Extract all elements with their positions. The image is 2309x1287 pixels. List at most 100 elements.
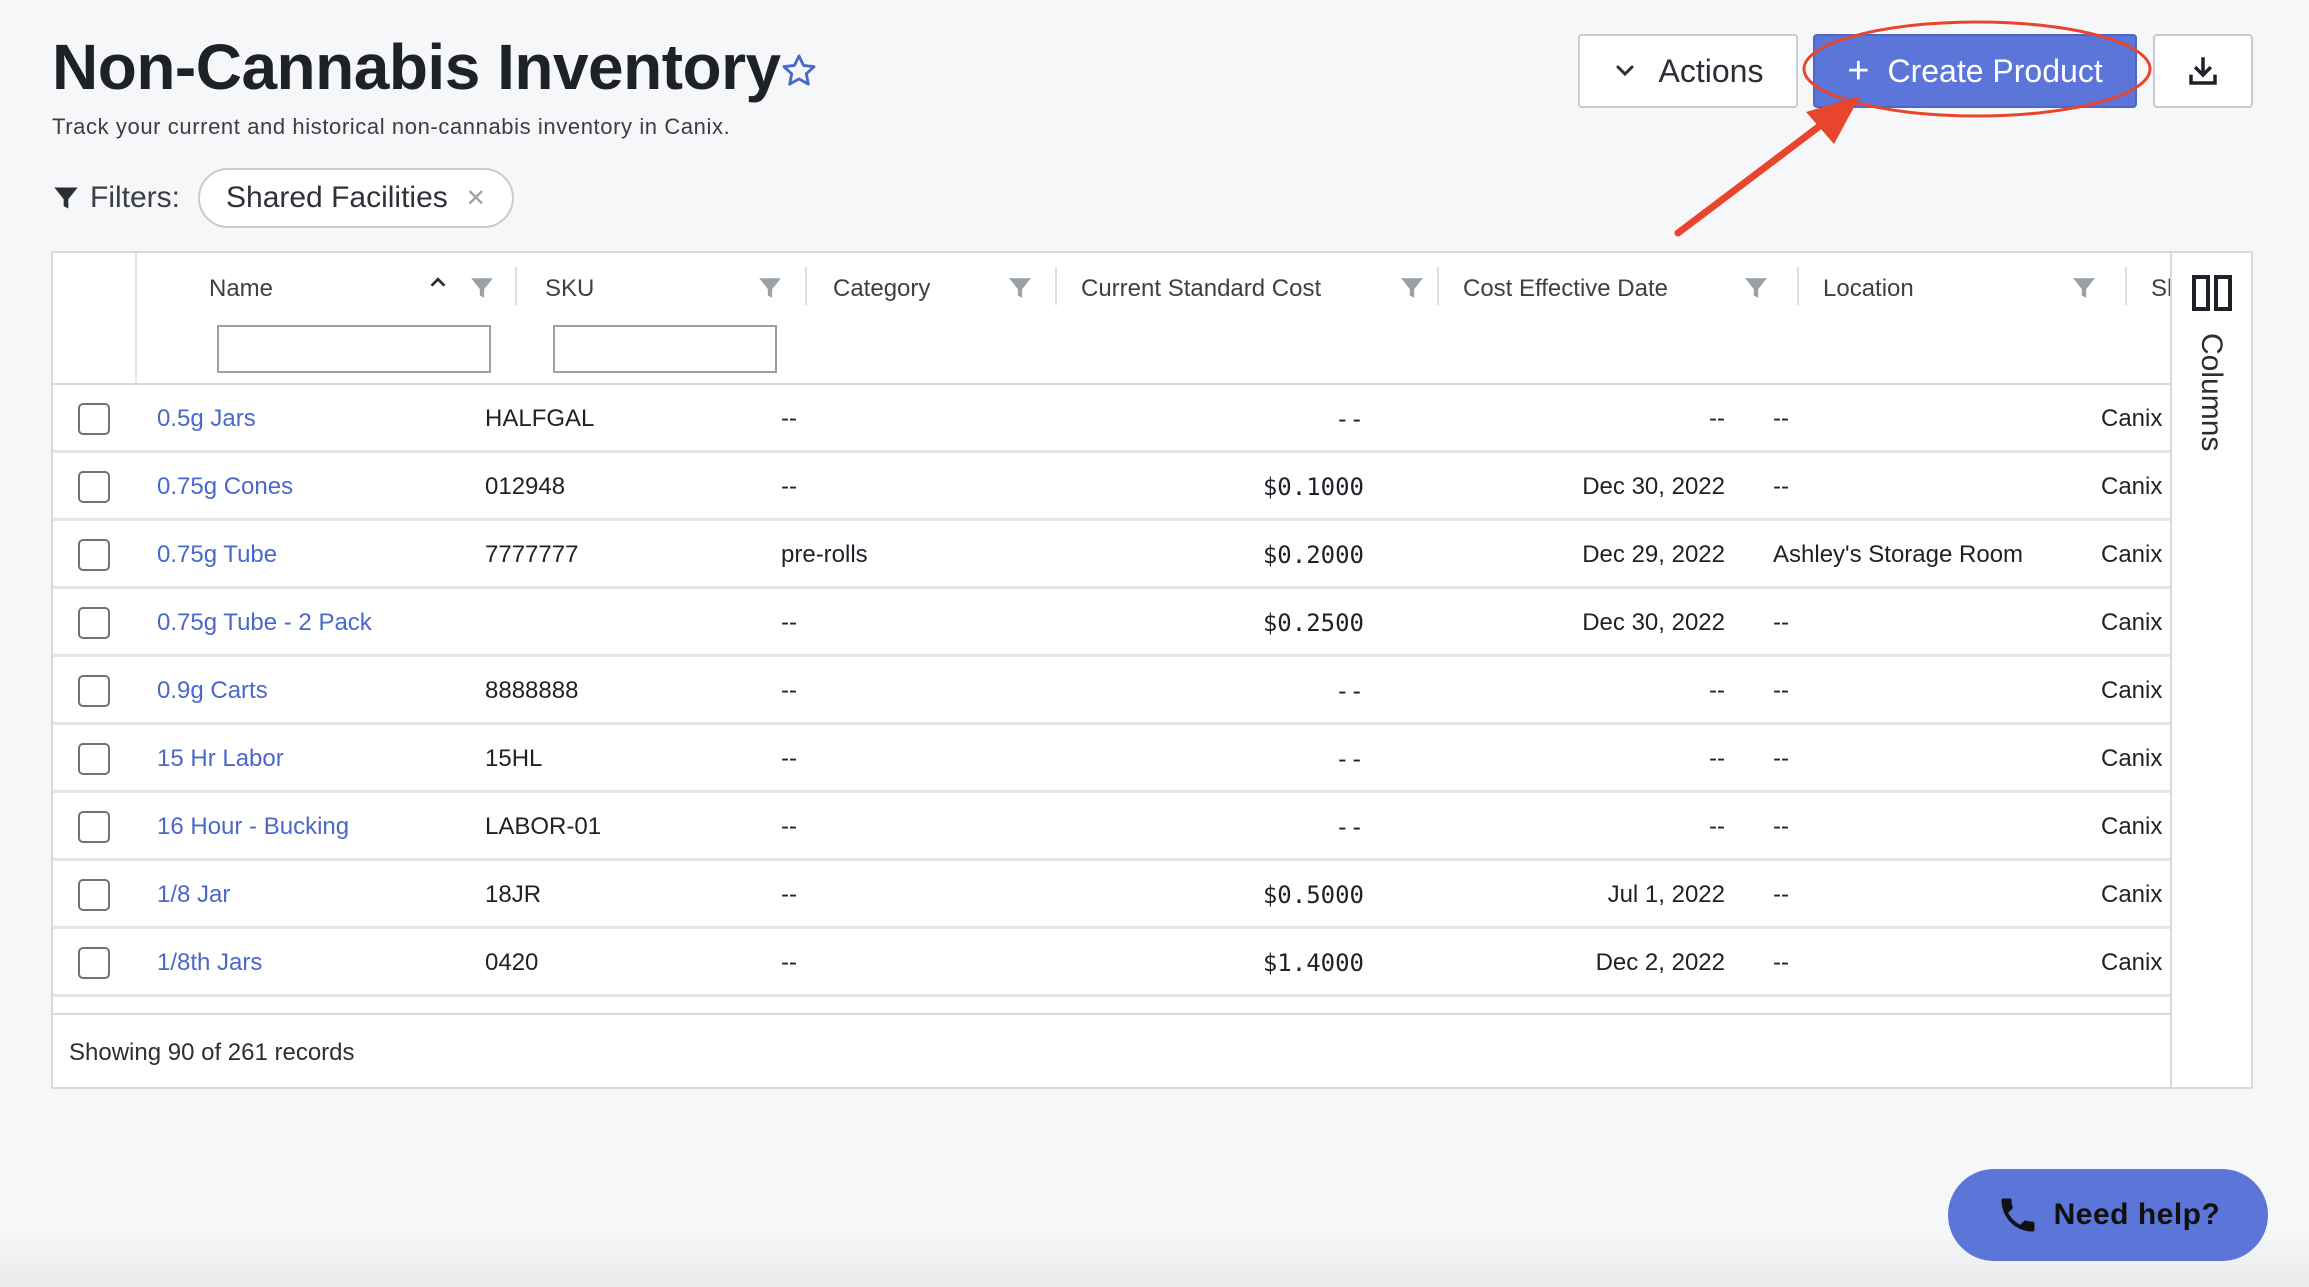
column-filter-icon[interactable] bbox=[1743, 275, 1769, 301]
cell-name[interactable]: 0.5g Jars bbox=[157, 385, 256, 453]
need-help-button[interactable]: Need help? bbox=[1948, 1169, 2268, 1261]
close-icon[interactable]: ✕ bbox=[466, 184, 486, 213]
table-row[interactable]: 0.75g Tube - 2 Pack -- $0.2500 Dec 30, 2022… bbox=[53, 589, 2170, 657]
filters-label: Filters: bbox=[90, 181, 180, 214]
annotation-arrow-line bbox=[1674, 118, 1829, 237]
grid-header: Name SKU Category Current Standard Cost … bbox=[53, 253, 2170, 385]
table-row[interactable]: 0.75g Cones 012948 -- $0.1000 Dec 30, 2022 --… bbox=[53, 453, 2170, 521]
row-checkbox[interactable] bbox=[78, 675, 110, 707]
cell-location: Ashley's Storage Room bbox=[1773, 541, 2024, 568]
cell-name[interactable]: 1/8 Jar bbox=[157, 861, 230, 929]
page-title: Non-Cannabis Inventory bbox=[52, 31, 781, 103]
row-checkbox[interactable] bbox=[78, 539, 110, 571]
table-row[interactable]: 0.9g Carts 8888888 -- -- -- -- Canix C bbox=[53, 657, 2170, 725]
cell-location: -- bbox=[1773, 949, 1789, 976]
cell-date: Jul 1, 2022 bbox=[1607, 881, 1725, 908]
cell-shared: Canix C bbox=[2101, 405, 2170, 432]
grid-body: 0.5g JarsHALFGAL--------Canix C0.75g Con… bbox=[53, 385, 2170, 1013]
cell-name[interactable]: 15 Hr Labor bbox=[157, 725, 284, 793]
page-subtitle: Track your current and historical non-ca… bbox=[52, 114, 731, 139]
cell-cost: -- bbox=[1335, 677, 1364, 705]
column-header-category[interactable]: Category bbox=[807, 253, 1057, 383]
cell-date: -- bbox=[1709, 813, 1725, 840]
sort-up-icon[interactable] bbox=[427, 271, 449, 293]
row-checkbox[interactable] bbox=[78, 471, 110, 503]
cell-location: -- bbox=[1773, 813, 1789, 840]
row-checkbox[interactable] bbox=[78, 743, 110, 775]
row-checkbox[interactable] bbox=[78, 811, 110, 843]
cell-sku: 0420 bbox=[485, 949, 539, 976]
column-header-label: Shared bbox=[2151, 275, 2170, 302]
cell-sku: 012948 bbox=[485, 473, 566, 500]
name-filter-input[interactable] bbox=[217, 325, 491, 373]
table-row[interactable]: 1/8 Jar 18JR -- $0.5000 Jul 1, 2022 -- Canix C bbox=[53, 861, 2170, 929]
cell-date: Dec 30, 2022 bbox=[1582, 473, 1725, 500]
cell-date: Dec 2, 2022 bbox=[1595, 949, 1725, 976]
row-checkbox[interactable] bbox=[78, 879, 110, 911]
table-row[interactable]: 16 Hour - Bucking LABOR-01 -- -- -- -- Canix C bbox=[53, 793, 2170, 861]
table-row[interactable]: 0.5g Jars HALFGAL -- -- -- -- Canix C bbox=[53, 385, 2170, 453]
column-header-shared[interactable]: Shared bbox=[2127, 253, 2170, 383]
column-header-sku[interactable]: SKU bbox=[517, 253, 807, 383]
table-row[interactable]: 0.75g Tube 7777777 pre-rolls $0.2000 Dec 29,… bbox=[53, 521, 2170, 589]
phone-icon bbox=[2001, 1198, 2035, 1232]
cell-name[interactable]: 1/8th Jars bbox=[157, 929, 262, 997]
star-icon[interactable] bbox=[780, 52, 818, 90]
cell-sku: 8888888 bbox=[485, 677, 579, 704]
column-filter-icon[interactable] bbox=[2071, 275, 2097, 301]
download-icon bbox=[2189, 57, 2217, 85]
create-product-button[interactable]: + Create Product bbox=[1813, 34, 2137, 108]
column-header-current-standard-cost[interactable]: Current Standard Cost bbox=[1057, 253, 1439, 383]
cell-shared: Canix C bbox=[2101, 609, 2170, 636]
cell-cost: -- bbox=[1335, 813, 1364, 841]
column-filter-icon[interactable] bbox=[469, 275, 495, 301]
inventory-grid: Name SKU Category Current Standard Cost … bbox=[51, 251, 2253, 1089]
cell-shared: Canix C bbox=[2101, 745, 2170, 772]
create-product-label: Create Product bbox=[1887, 52, 2103, 89]
need-help-label: Need help? bbox=[2053, 1198, 2221, 1231]
cell-category: -- bbox=[781, 881, 797, 908]
column-filter-icon[interactable] bbox=[757, 275, 783, 301]
cell-cost: $0.2500 bbox=[1262, 609, 1364, 637]
cell-name[interactable]: 0.9g Carts bbox=[157, 657, 268, 725]
chevron-down-icon bbox=[1616, 65, 1634, 77]
columns-icon bbox=[2192, 275, 2232, 311]
download-button[interactable] bbox=[2153, 34, 2253, 108]
columns-panel-toggle[interactable]: Columns bbox=[2170, 253, 2251, 1087]
row-checkbox[interactable] bbox=[78, 403, 110, 435]
column-header-label: SKU bbox=[545, 275, 595, 302]
column-header-name[interactable]: Name bbox=[137, 253, 517, 383]
filter-icon bbox=[54, 187, 78, 209]
cell-name[interactable]: 0.75g Tube - 2 Pack bbox=[157, 589, 372, 657]
cell-cost: $0.5000 bbox=[1262, 881, 1364, 909]
cell-cost: -- bbox=[1335, 405, 1364, 433]
column-header-cost-effective-date[interactable]: Cost Effective Date bbox=[1439, 253, 1799, 383]
cell-sku: 18JR bbox=[485, 881, 542, 908]
cell-name[interactable]: 16 Hour - Bucking bbox=[157, 793, 349, 861]
cell-sku: 15HL bbox=[485, 745, 543, 772]
cell-shared: Canix C bbox=[2101, 949, 2170, 976]
cell-cost: -- bbox=[1335, 745, 1364, 773]
cell-category: -- bbox=[781, 677, 797, 704]
cell-category: -- bbox=[781, 745, 797, 772]
cell-cost: $1.4000 bbox=[1262, 949, 1364, 977]
row-checkbox[interactable] bbox=[78, 607, 110, 639]
actions-label: Actions bbox=[1658, 52, 1764, 89]
sku-filter-input[interactable] bbox=[553, 325, 777, 373]
actions-button[interactable]: Actions bbox=[1578, 34, 1798, 108]
column-filter-icon[interactable] bbox=[1399, 275, 1425, 301]
column-filter-icon[interactable] bbox=[1007, 275, 1033, 301]
cell-shared: Canix C bbox=[2101, 473, 2170, 500]
cell-name[interactable]: 0.75g Tube bbox=[157, 521, 277, 589]
cell-category: -- bbox=[781, 949, 797, 976]
table-row[interactable]: 15 Hr Labor 15HL -- -- -- -- Canix C bbox=[53, 725, 2170, 793]
row-checkbox[interactable] bbox=[78, 947, 110, 979]
cell-category: -- bbox=[781, 405, 797, 432]
column-header-location[interactable]: Location bbox=[1799, 253, 2127, 383]
filter-chip-label: Shared Facilities bbox=[226, 181, 448, 214]
filter-chip-shared-facilities[interactable]: Shared Facilities ✕ bbox=[198, 168, 514, 228]
table-row[interactable]: 1/8th Jars 0420 -- $1.4000 Dec 2, 2022 -- Cani… bbox=[53, 929, 2170, 997]
cell-date: Dec 30, 2022 bbox=[1582, 609, 1725, 636]
columns-label: Columns bbox=[2195, 333, 2228, 452]
cell-name[interactable]: 0.75g Cones bbox=[157, 453, 293, 521]
